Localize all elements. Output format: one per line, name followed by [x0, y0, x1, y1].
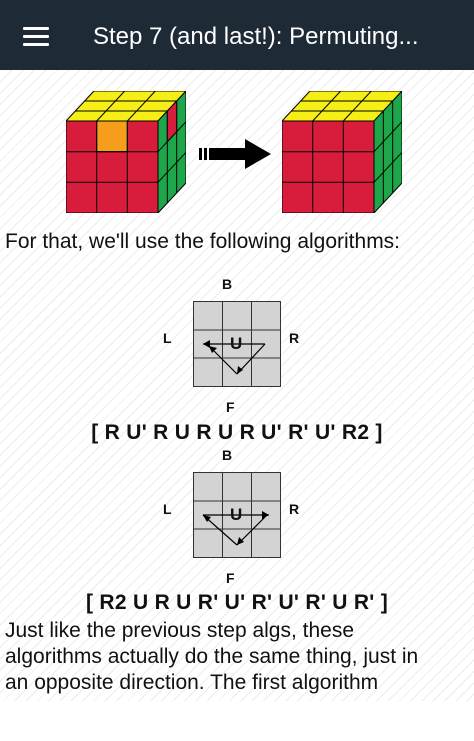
diagram2-label-back: B — [222, 447, 233, 463]
app-bar: Step 7 (and last!): Permuting... — [0, 0, 474, 70]
intro-text: For that, we'll use the following algori… — [5, 230, 401, 253]
diagram1-label-left: L — [163, 330, 172, 346]
hamburger-menu-icon[interactable] — [14, 18, 58, 54]
diagram1-label-front: F — [226, 399, 235, 415]
algorithm-1: [ R U' R U R U R U' R' U' R2 ] — [91, 421, 383, 444]
diagram2-label-right: R — [289, 501, 300, 517]
algorithm-2: [ R2 U R U R' U' R' U' R' U R' ] — [85, 591, 389, 614]
arrow-right-icon — [199, 139, 271, 169]
diagram1-label-right: R — [289, 330, 300, 346]
body-text-line-2: algorithms actually do the same thing, j… — [5, 645, 419, 668]
bottom-blank-area — [0, 701, 474, 741]
diagram2-center-u: U — [230, 505, 243, 524]
diagram2-label-left: L — [163, 501, 172, 517]
body-text-line-1: Just like the previous step algs, these — [5, 619, 355, 642]
page-title: Step 7 (and last!): Permuting... — [93, 23, 419, 50]
cube-after-image — [282, 91, 402, 213]
diagram1-label-back: B — [222, 276, 233, 292]
body-text-line-3: an opposite direction. The first algorit… — [5, 671, 379, 694]
diagram2-label-front: F — [226, 570, 235, 586]
diagram1-center-u: U — [230, 334, 243, 353]
cube-before-image — [66, 91, 186, 213]
content-area: For that, we'll use the following algori… — [0, 70, 474, 701]
